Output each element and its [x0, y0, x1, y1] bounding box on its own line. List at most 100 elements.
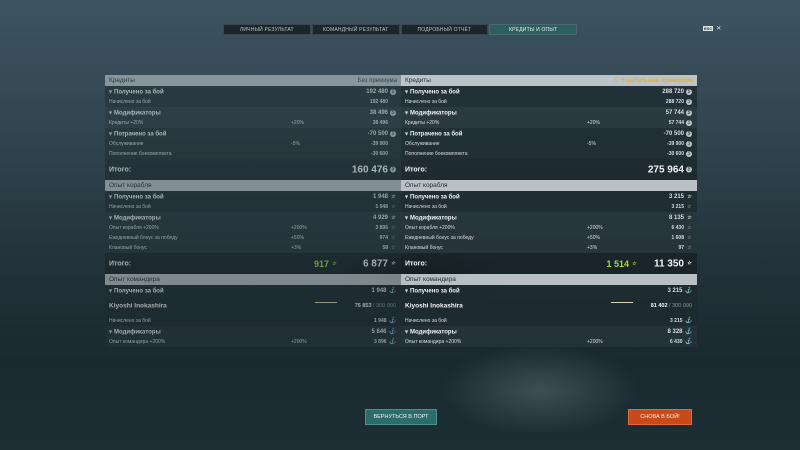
results-tabs: ЛИЧНЫЙ РЕЗУЛЬТАТ КОМАНДНЫЙ РЕЗУЛЬТАТ ПОД…	[223, 24, 577, 35]
row-value: 3 215 ⚓	[667, 287, 693, 294]
total-label: Итого:	[109, 166, 132, 173]
close-control[interactable]: ESC ✕	[703, 25, 721, 32]
row-value: 57 744 $	[668, 120, 692, 126]
commander-xp-earned-row[interactable]: Получено за бой 1 948⚓	[105, 285, 401, 296]
row-label: Начислено за бой	[405, 99, 447, 105]
ammo-cost-row: Пополнение боекомплекта -30 600 $	[401, 149, 697, 159]
row-label: Пополнение боекомплекта	[109, 151, 172, 157]
ship-xp-modifiers-group: Модификаторы 8 135☆ Опыт корабля +200% +…	[401, 212, 697, 253]
credits-earned-detail: Начислено за бой 288 720 $	[401, 97, 697, 107]
row-value: 97 ☆	[678, 245, 692, 251]
row-value: -30 600	[371, 151, 388, 157]
ship-xp-total: Итого: 917 ☆ 6 877 ☆	[105, 253, 401, 274]
section-title: Опыт командира	[405, 276, 456, 283]
credits-spent-group: Потрачено за бой -70 500$ Обслуживание -…	[401, 128, 697, 159]
commander-earned-group: Получено за бой 3 215⚓	[401, 285, 697, 296]
commander-card[interactable]: Kiyoshi Inokashira 81 402 / 300 000	[401, 296, 697, 316]
tab-credits-xp[interactable]: КРЕДИТЫ И ОПЫТ	[489, 24, 577, 35]
row-label: Начислено за бой	[109, 318, 151, 324]
clan-bonus-row: Клановый бонус +3% 58 ☆	[105, 243, 401, 253]
commander-modifiers-row[interactable]: Модификаторы 8 328⚓	[401, 326, 697, 337]
section-title: Кредиты	[109, 77, 135, 84]
tab-team-result[interactable]: КОМАНДНЫЙ РЕЗУЛЬТАТ	[311, 24, 400, 35]
ship-xp-earned-detail: Начислено за бой 1 948 ☆	[105, 202, 401, 212]
row-value: -70 500 $	[663, 130, 692, 137]
anchor-icon: ⚓	[684, 287, 692, 294]
coin-icon: $	[686, 166, 692, 173]
star-icon: ☆	[686, 225, 692, 231]
free-xp-value: 1 514 ☆	[606, 258, 637, 269]
row-label: Кредиты +20%	[109, 120, 144, 126]
anchor-icon: ⚓	[684, 318, 692, 324]
service-cost-row: Обслуживание -5% -39 900 $	[401, 139, 697, 149]
row-label: Начислено за бой	[405, 204, 447, 210]
row-percent: +3%	[291, 245, 302, 251]
credits-modifiers-row[interactable]: Модификаторы 38 496$	[105, 107, 401, 118]
return-to-port-button[interactable]: ВЕРНУТЬСЯ В ПОРТ	[365, 409, 437, 425]
commander-modifiers-row[interactable]: Модификаторы 5 846⚓	[105, 326, 401, 337]
row-percent: -5%	[291, 141, 300, 147]
row-value: 8 328 ⚓	[667, 328, 693, 335]
ship-xp-total: Итого: 1 514 ☆ 11 350 ☆	[401, 253, 697, 274]
coin-icon: $	[686, 141, 692, 147]
credits-modifier-detail: Кредиты +20% +20% 38 496	[105, 118, 401, 128]
row-value: 38 496 $	[369, 109, 396, 116]
ship-xp-modifiers-group: Модификаторы 4 929☆ Опыт корабля +200% +…	[105, 212, 401, 253]
close-icon[interactable]: ✕	[716, 25, 721, 32]
row-percent: -5%	[587, 141, 596, 147]
commander-xp-header: Опыт командира	[105, 274, 401, 285]
row-value: 288 720 $	[665, 99, 692, 105]
anchor-icon: ⚓	[388, 339, 396, 345]
battle-again-button[interactable]: СНОВА В БОЙ!	[628, 409, 692, 425]
credits-spent-row[interactable]: Потрачено за бой -70 500$	[105, 128, 401, 139]
credits-header: Кредиты Без премиума	[105, 75, 401, 86]
commander-premium-row: Опыт командира +200% +200% 6 430 ⚓	[401, 337, 697, 347]
credits-earned-row[interactable]: Получено за бой 288 720$	[401, 86, 697, 97]
total-label: Итого:	[109, 260, 132, 267]
commander-xp-header: Опыт командира	[401, 274, 697, 285]
row-label: Ежедневный бонус за победу	[109, 235, 178, 241]
daily-win-bonus-row: Ежедневный бонус за победу +50% 1 608 ☆	[401, 233, 697, 243]
ship-xp-earned-row[interactable]: Получено за бой 3 215☆	[401, 191, 697, 202]
service-cost-row: Обслуживание -5% -39 900	[105, 139, 401, 149]
tab-personal-result[interactable]: ЛИЧНЫЙ РЕЗУЛЬТАТ	[223, 24, 311, 35]
row-label: Получено за бой	[109, 287, 164, 294]
row-value: 6 430 ⚓	[670, 339, 692, 345]
credits-header: Кредиты С Корабельным премиумом	[401, 75, 697, 86]
credits-modifiers-group: Модификаторы 57 744$ Кредиты +20% +20% 5…	[401, 107, 697, 128]
star-icon: ☆	[331, 260, 337, 267]
coin-icon: $	[686, 99, 692, 105]
row-value: 3 215 ☆	[671, 204, 692, 210]
ship-xp-earned-row[interactable]: Получено за бой 1 948☆	[105, 191, 401, 202]
total-label: Итого:	[405, 260, 428, 267]
star-icon: ☆	[390, 193, 396, 200]
row-percent: +3%	[587, 245, 598, 251]
commander-xp-earned-row[interactable]: Получено за бой 3 215⚓	[401, 285, 697, 296]
coin-icon: $	[686, 130, 692, 137]
row-label: Модификаторы	[405, 109, 457, 116]
commander-progress: 76 853 / 300 000	[354, 303, 396, 309]
free-xp-value: 917 ☆	[313, 258, 337, 269]
row-value: 6 430 ☆	[671, 225, 692, 231]
tab-detailed-report[interactable]: ПОДРОБНЫЙ ОТЧЁТ	[400, 24, 489, 35]
row-percent: +50%	[587, 235, 600, 241]
ship-xp-modifiers-row[interactable]: Модификаторы 8 135☆	[401, 212, 697, 223]
credits-modifiers-row[interactable]: Модификаторы 57 744$	[401, 107, 697, 118]
coin-icon: $	[390, 130, 396, 137]
row-value: 58 ☆	[382, 245, 396, 251]
credits-earned-row[interactable]: Получено за бой 192 480$	[105, 86, 401, 97]
row-label: Начислено за бой	[405, 318, 447, 324]
row-value: 1 948 ⚓	[371, 287, 397, 294]
row-value: 192 480 $	[366, 88, 396, 95]
star-icon: ☆	[686, 193, 692, 200]
ship-xp-modifiers-row[interactable]: Модификаторы 4 929☆	[105, 212, 401, 223]
anchor-icon: ⚓	[684, 328, 692, 335]
anchor-icon: ⚓	[388, 287, 396, 294]
credits-spent-row[interactable]: Потрачено за бой -70 500$	[401, 128, 697, 139]
commander-card[interactable]: Kiyoshi Inokashira 76 853 / 300 000	[105, 296, 401, 316]
row-label: Пополнение боекомплекта	[405, 151, 468, 157]
row-percent: +20%	[587, 120, 600, 126]
coin-icon: $	[390, 166, 396, 173]
clan-bonus-row: Клановый бонус +3% 97 ☆	[401, 243, 697, 253]
coin-icon: $	[686, 109, 692, 116]
